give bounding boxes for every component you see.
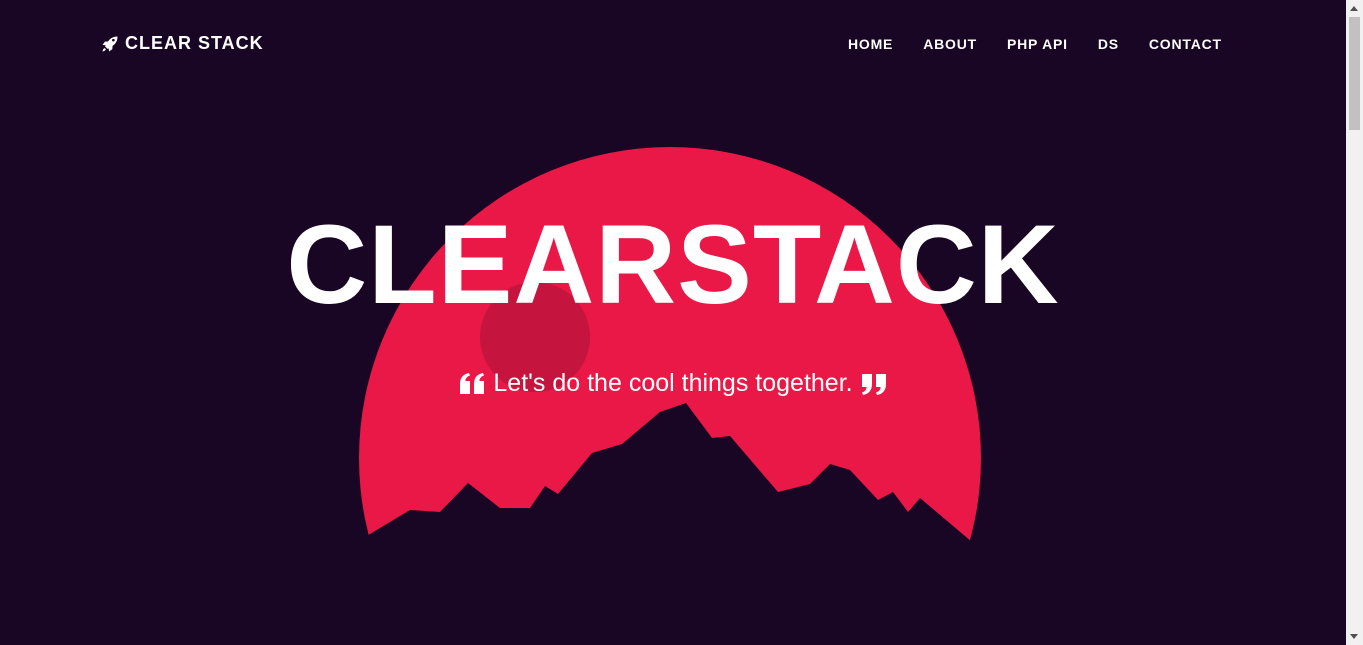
main-nav: HOME ABOUT PHP API DS CONTACT [848,36,1252,52]
navbar: CLEAR STACK HOME ABOUT PHP API DS CONTAC… [0,0,1346,88]
page: CLEAR STACK HOME ABOUT PHP API DS CONTAC… [0,0,1363,645]
brand-logo-link[interactable]: CLEAR STACK [101,33,264,54]
scroll-down-icon[interactable] [1350,634,1358,639]
hero-tagline: Let's do the cool things together. [0,366,1346,400]
quote-right-icon [861,371,887,395]
brand-name: CLEAR STACK [125,33,264,53]
nav-item-home[interactable]: HOME [848,36,893,52]
hero-title: CLEARSTACK [286,202,1060,327]
scroll-thumb[interactable] [1349,17,1360,130]
nav-item-ds[interactable]: DS [1098,36,1119,52]
quote-left-icon [459,371,485,395]
tagline-text: Let's do the cool things together. [493,369,853,397]
rocket-icon [101,35,119,53]
nav-item-about[interactable]: ABOUT [923,36,977,52]
scroll-up-icon[interactable] [1350,6,1358,11]
scrollbar[interactable] [1346,0,1363,645]
nav-item-contact[interactable]: CONTACT [1149,36,1222,52]
nav-item-php-api[interactable]: PHP API [1007,36,1068,52]
